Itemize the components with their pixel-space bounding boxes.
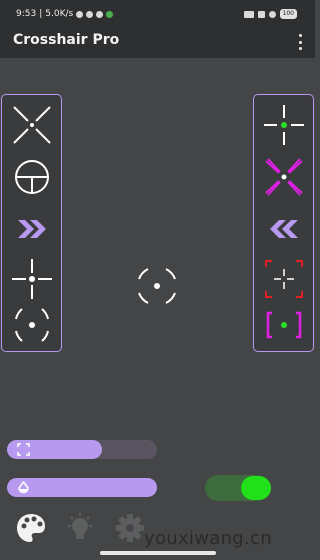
x-crosshair-icon bbox=[13, 106, 51, 144]
plus-green-dot-icon bbox=[264, 105, 304, 145]
crosshair-toggle-switch[interactable] bbox=[205, 475, 271, 501]
app-bar: Crosshair Pro bbox=[0, 28, 315, 58]
left-crosshair-panel bbox=[1, 94, 62, 352]
double-chevron-left-icon bbox=[270, 220, 298, 238]
right-crosshair-panel bbox=[253, 94, 314, 352]
watermark: youxiwang.cn bbox=[144, 528, 272, 549]
double-chevron-right-icon bbox=[18, 220, 46, 238]
notification-icon bbox=[86, 10, 94, 18]
opacity-slider[interactable] bbox=[7, 478, 157, 497]
crosshair-red-bracket-option[interactable] bbox=[260, 255, 308, 303]
crosshair-scope-option[interactable] bbox=[8, 153, 56, 201]
more-vert-icon[interactable] bbox=[297, 34, 303, 50]
size-slider[interactable] bbox=[7, 440, 157, 459]
crosshair-plus-green-option[interactable] bbox=[260, 101, 308, 149]
broken-circle-crosshair-icon bbox=[15, 308, 49, 342]
magenta-x-crosshair-icon bbox=[265, 158, 303, 196]
plus-crosshair-icon bbox=[12, 259, 52, 299]
battery-icon: 100 bbox=[279, 9, 297, 19]
app-title: Crosshair Pro bbox=[13, 32, 120, 48]
status-time: 9:53 bbox=[16, 9, 37, 19]
status-left: 9:53 | 5.0K/s bbox=[16, 9, 114, 19]
lightbulb-icon[interactable] bbox=[63, 511, 97, 545]
network-speed: 5.0K/s bbox=[45, 9, 74, 19]
gesture-handle[interactable] bbox=[100, 551, 216, 555]
resize-icon bbox=[17, 443, 30, 456]
crosshair-circle-option[interactable] bbox=[8, 301, 56, 349]
palette-icon[interactable] bbox=[14, 511, 48, 545]
signal-icon bbox=[257, 10, 265, 18]
settings-icon[interactable] bbox=[113, 511, 147, 545]
crosshair-magenta-bracket-option[interactable] bbox=[260, 301, 308, 349]
crosshair-chevron-left-option[interactable] bbox=[260, 205, 308, 253]
opacity-icon bbox=[18, 481, 29, 494]
crosshair-magenta-x-option[interactable] bbox=[260, 153, 308, 201]
crosshair-x-option[interactable] bbox=[8, 101, 56, 149]
notification-icon bbox=[106, 10, 114, 18]
vpn-icon bbox=[243, 10, 254, 18]
crosshair-preview[interactable] bbox=[135, 266, 179, 306]
status-bar: 9:53 | 5.0K/s 100 bbox=[0, 0, 315, 28]
broken-circle-crosshair-icon bbox=[138, 268, 176, 304]
crosshair-plus-option[interactable] bbox=[8, 255, 56, 303]
red-bracket-crosshair-icon bbox=[265, 260, 303, 298]
scope-crosshair-icon bbox=[15, 160, 49, 194]
magenta-bracket-crosshair-icon bbox=[266, 311, 302, 339]
notification-icon bbox=[96, 10, 104, 18]
toggle-knob bbox=[241, 476, 271, 500]
wifi-icon bbox=[268, 10, 276, 18]
notification-icon bbox=[76, 10, 84, 18]
status-right: 100 bbox=[243, 9, 297, 19]
crosshair-chevron-option[interactable] bbox=[8, 205, 56, 253]
